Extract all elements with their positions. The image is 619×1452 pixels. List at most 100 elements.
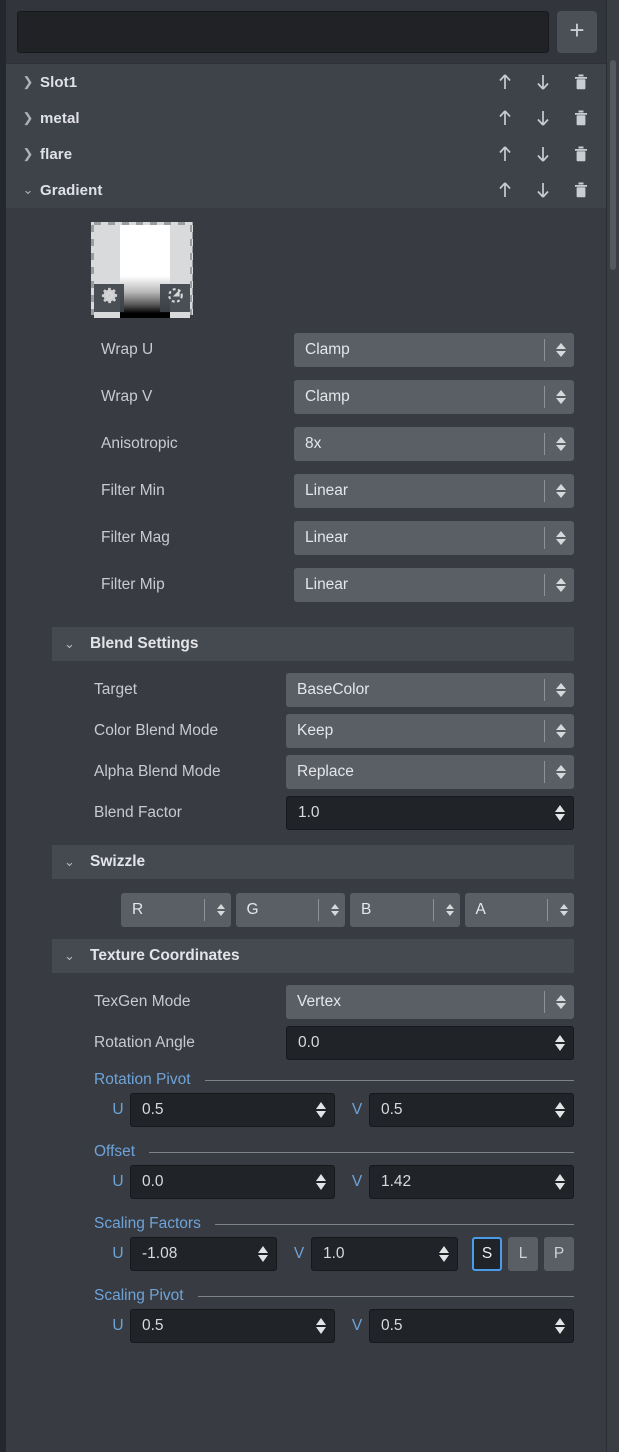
- delete-icon[interactable]: [572, 72, 590, 92]
- combo-separator: [544, 527, 545, 549]
- spinner-arrows-icon[interactable]: [560, 904, 568, 916]
- section-header-texture-coordinates[interactable]: ⌄ Texture Coordinates: [52, 939, 574, 973]
- spinner-arrows-icon[interactable]: [555, 1174, 565, 1190]
- move-down-icon[interactable]: [534, 180, 552, 200]
- slot-row-slot1[interactable]: ❯ Slot1: [6, 64, 606, 100]
- input-rotation-pivot-u[interactable]: 0.5: [130, 1093, 335, 1127]
- combo-swizzle-b[interactable]: B: [350, 893, 460, 927]
- move-up-icon[interactable]: [496, 108, 514, 128]
- input-rotation-pivot-v[interactable]: 0.5: [369, 1093, 574, 1127]
- section-header-blend-settings[interactable]: ⌄ Blend Settings: [52, 627, 574, 661]
- slot-row-gradient[interactable]: ⌄ Gradient: [6, 172, 606, 208]
- move-down-icon[interactable]: [534, 144, 552, 164]
- chevron-right-icon[interactable]: ❯: [16, 146, 40, 162]
- slot-label: Gradient: [40, 182, 496, 199]
- chevron-right-icon[interactable]: ❯: [16, 110, 40, 126]
- spinner-arrows-icon[interactable]: [556, 531, 566, 545]
- section-header-swizzle[interactable]: ⌄ Swizzle: [52, 845, 574, 879]
- move-up-icon[interactable]: [496, 144, 514, 164]
- combo-separator: [433, 899, 434, 921]
- combo-swizzle-a[interactable]: A: [465, 893, 575, 927]
- row-blend-factor: Blend Factor 1.0: [6, 796, 606, 830]
- combo-value: Linear: [305, 576, 348, 594]
- label-wrap-v: Wrap V: [16, 388, 294, 406]
- spinner-arrows-icon[interactable]: [556, 437, 566, 451]
- spinner-arrows-icon[interactable]: [556, 484, 566, 498]
- chevron-down-icon[interactable]: ⌄: [64, 854, 90, 870]
- texture-thumbnail[interactable]: [91, 222, 193, 315]
- combo-swizzle-g[interactable]: G: [236, 893, 346, 927]
- scaling-mode-p-button[interactable]: P: [544, 1237, 574, 1271]
- combo-filter-min[interactable]: Linear: [294, 474, 574, 508]
- input-scaling-factors-v[interactable]: 1.0: [311, 1237, 458, 1271]
- slot-row-metal[interactable]: ❯ metal: [6, 100, 606, 136]
- thumbnail-expand-button[interactable]: [160, 284, 190, 312]
- delete-icon[interactable]: [572, 108, 590, 128]
- input-offset-u[interactable]: 0.0: [130, 1165, 335, 1199]
- thumbnail-settings-button[interactable]: [94, 284, 124, 312]
- slot-row-flare[interactable]: ❯ flare: [6, 136, 606, 172]
- texture-properties-panel: + ❯ Slot1 ❯ metal: [0, 0, 619, 1452]
- row-texgen-mode: TexGen Mode Vertex: [6, 985, 606, 1019]
- input-scaling-pivot-v[interactable]: 0.5: [369, 1309, 574, 1343]
- combo-anisotropic[interactable]: 8x: [294, 427, 574, 461]
- input-offset-v[interactable]: 1.42: [369, 1165, 574, 1199]
- spinner-arrows-icon[interactable]: [556, 765, 566, 779]
- chevron-right-icon[interactable]: ❯: [16, 74, 40, 90]
- combo-swizzle-r[interactable]: R: [121, 893, 231, 927]
- spinner-arrows-icon[interactable]: [555, 1035, 565, 1051]
- input-rotation-angle[interactable]: 0.0: [286, 1026, 574, 1060]
- gear-icon: [100, 286, 119, 310]
- input-scaling-factors-u[interactable]: -1.08: [130, 1237, 277, 1271]
- label-filter-mag: Filter Mag: [16, 529, 294, 547]
- combo-texgen-mode[interactable]: Vertex: [286, 985, 574, 1019]
- add-slot-button[interactable]: +: [557, 11, 597, 53]
- vertical-scrollbar[interactable]: [606, 0, 619, 1452]
- combo-color-blend-mode[interactable]: Keep: [286, 714, 574, 748]
- subgroup-rule: [205, 1080, 575, 1081]
- spinner-arrows-icon[interactable]: [556, 343, 566, 357]
- input-blend-factor[interactable]: 1.0: [286, 796, 574, 830]
- chevron-down-icon[interactable]: ⌄: [16, 182, 40, 198]
- subgroup-rule: [149, 1152, 574, 1153]
- row-scaling-pivot-uv: U 0.5 V 0.5: [6, 1309, 606, 1343]
- chevron-down-icon[interactable]: ⌄: [64, 636, 90, 652]
- chevron-down-icon[interactable]: ⌄: [64, 948, 90, 964]
- scaling-mode-l-button[interactable]: L: [508, 1237, 538, 1271]
- move-down-icon[interactable]: [534, 108, 552, 128]
- spinner-arrows-icon[interactable]: [556, 724, 566, 738]
- label-filter-min: Filter Min: [16, 482, 294, 500]
- combo-alpha-blend-mode[interactable]: Replace: [286, 755, 574, 789]
- move-up-icon[interactable]: [496, 72, 514, 92]
- input-scaling-pivot-u[interactable]: 0.5: [130, 1309, 335, 1343]
- spinner-arrows-icon[interactable]: [556, 995, 566, 1009]
- scaling-mode-s-button[interactable]: S: [472, 1237, 502, 1271]
- spinner-arrows-icon[interactable]: [258, 1246, 268, 1262]
- move-down-icon[interactable]: [534, 72, 552, 92]
- delete-icon[interactable]: [572, 180, 590, 200]
- slot-name-input[interactable]: [17, 11, 549, 53]
- combo-filter-mip[interactable]: Linear: [294, 568, 574, 602]
- combo-target[interactable]: BaseColor: [286, 673, 574, 707]
- combo-wrap-u[interactable]: Clamp: [294, 333, 574, 367]
- spinner-arrows-icon[interactable]: [217, 904, 225, 916]
- spinner-arrows-icon[interactable]: [556, 578, 566, 592]
- combo-filter-mag[interactable]: Linear: [294, 521, 574, 555]
- spinner-arrows-icon[interactable]: [555, 1318, 565, 1334]
- delete-icon[interactable]: [572, 144, 590, 164]
- spinner-arrows-icon[interactable]: [316, 1318, 326, 1334]
- spinner-arrows-icon[interactable]: [556, 390, 566, 404]
- spinner-arrows-icon[interactable]: [331, 904, 339, 916]
- combo-separator: [544, 720, 545, 742]
- combo-separator: [204, 899, 205, 921]
- spinner-arrows-icon[interactable]: [555, 1102, 565, 1118]
- move-up-icon[interactable]: [496, 180, 514, 200]
- spinner-arrows-icon[interactable]: [555, 805, 565, 821]
- spinner-arrows-icon[interactable]: [316, 1174, 326, 1190]
- spinner-arrows-icon[interactable]: [446, 904, 454, 916]
- spinner-arrows-icon[interactable]: [556, 683, 566, 697]
- spinner-arrows-icon[interactable]: [439, 1246, 449, 1262]
- spinner-arrows-icon[interactable]: [316, 1102, 326, 1118]
- scrollbar-thumb[interactable]: [610, 60, 616, 270]
- combo-wrap-v[interactable]: Clamp: [294, 380, 574, 414]
